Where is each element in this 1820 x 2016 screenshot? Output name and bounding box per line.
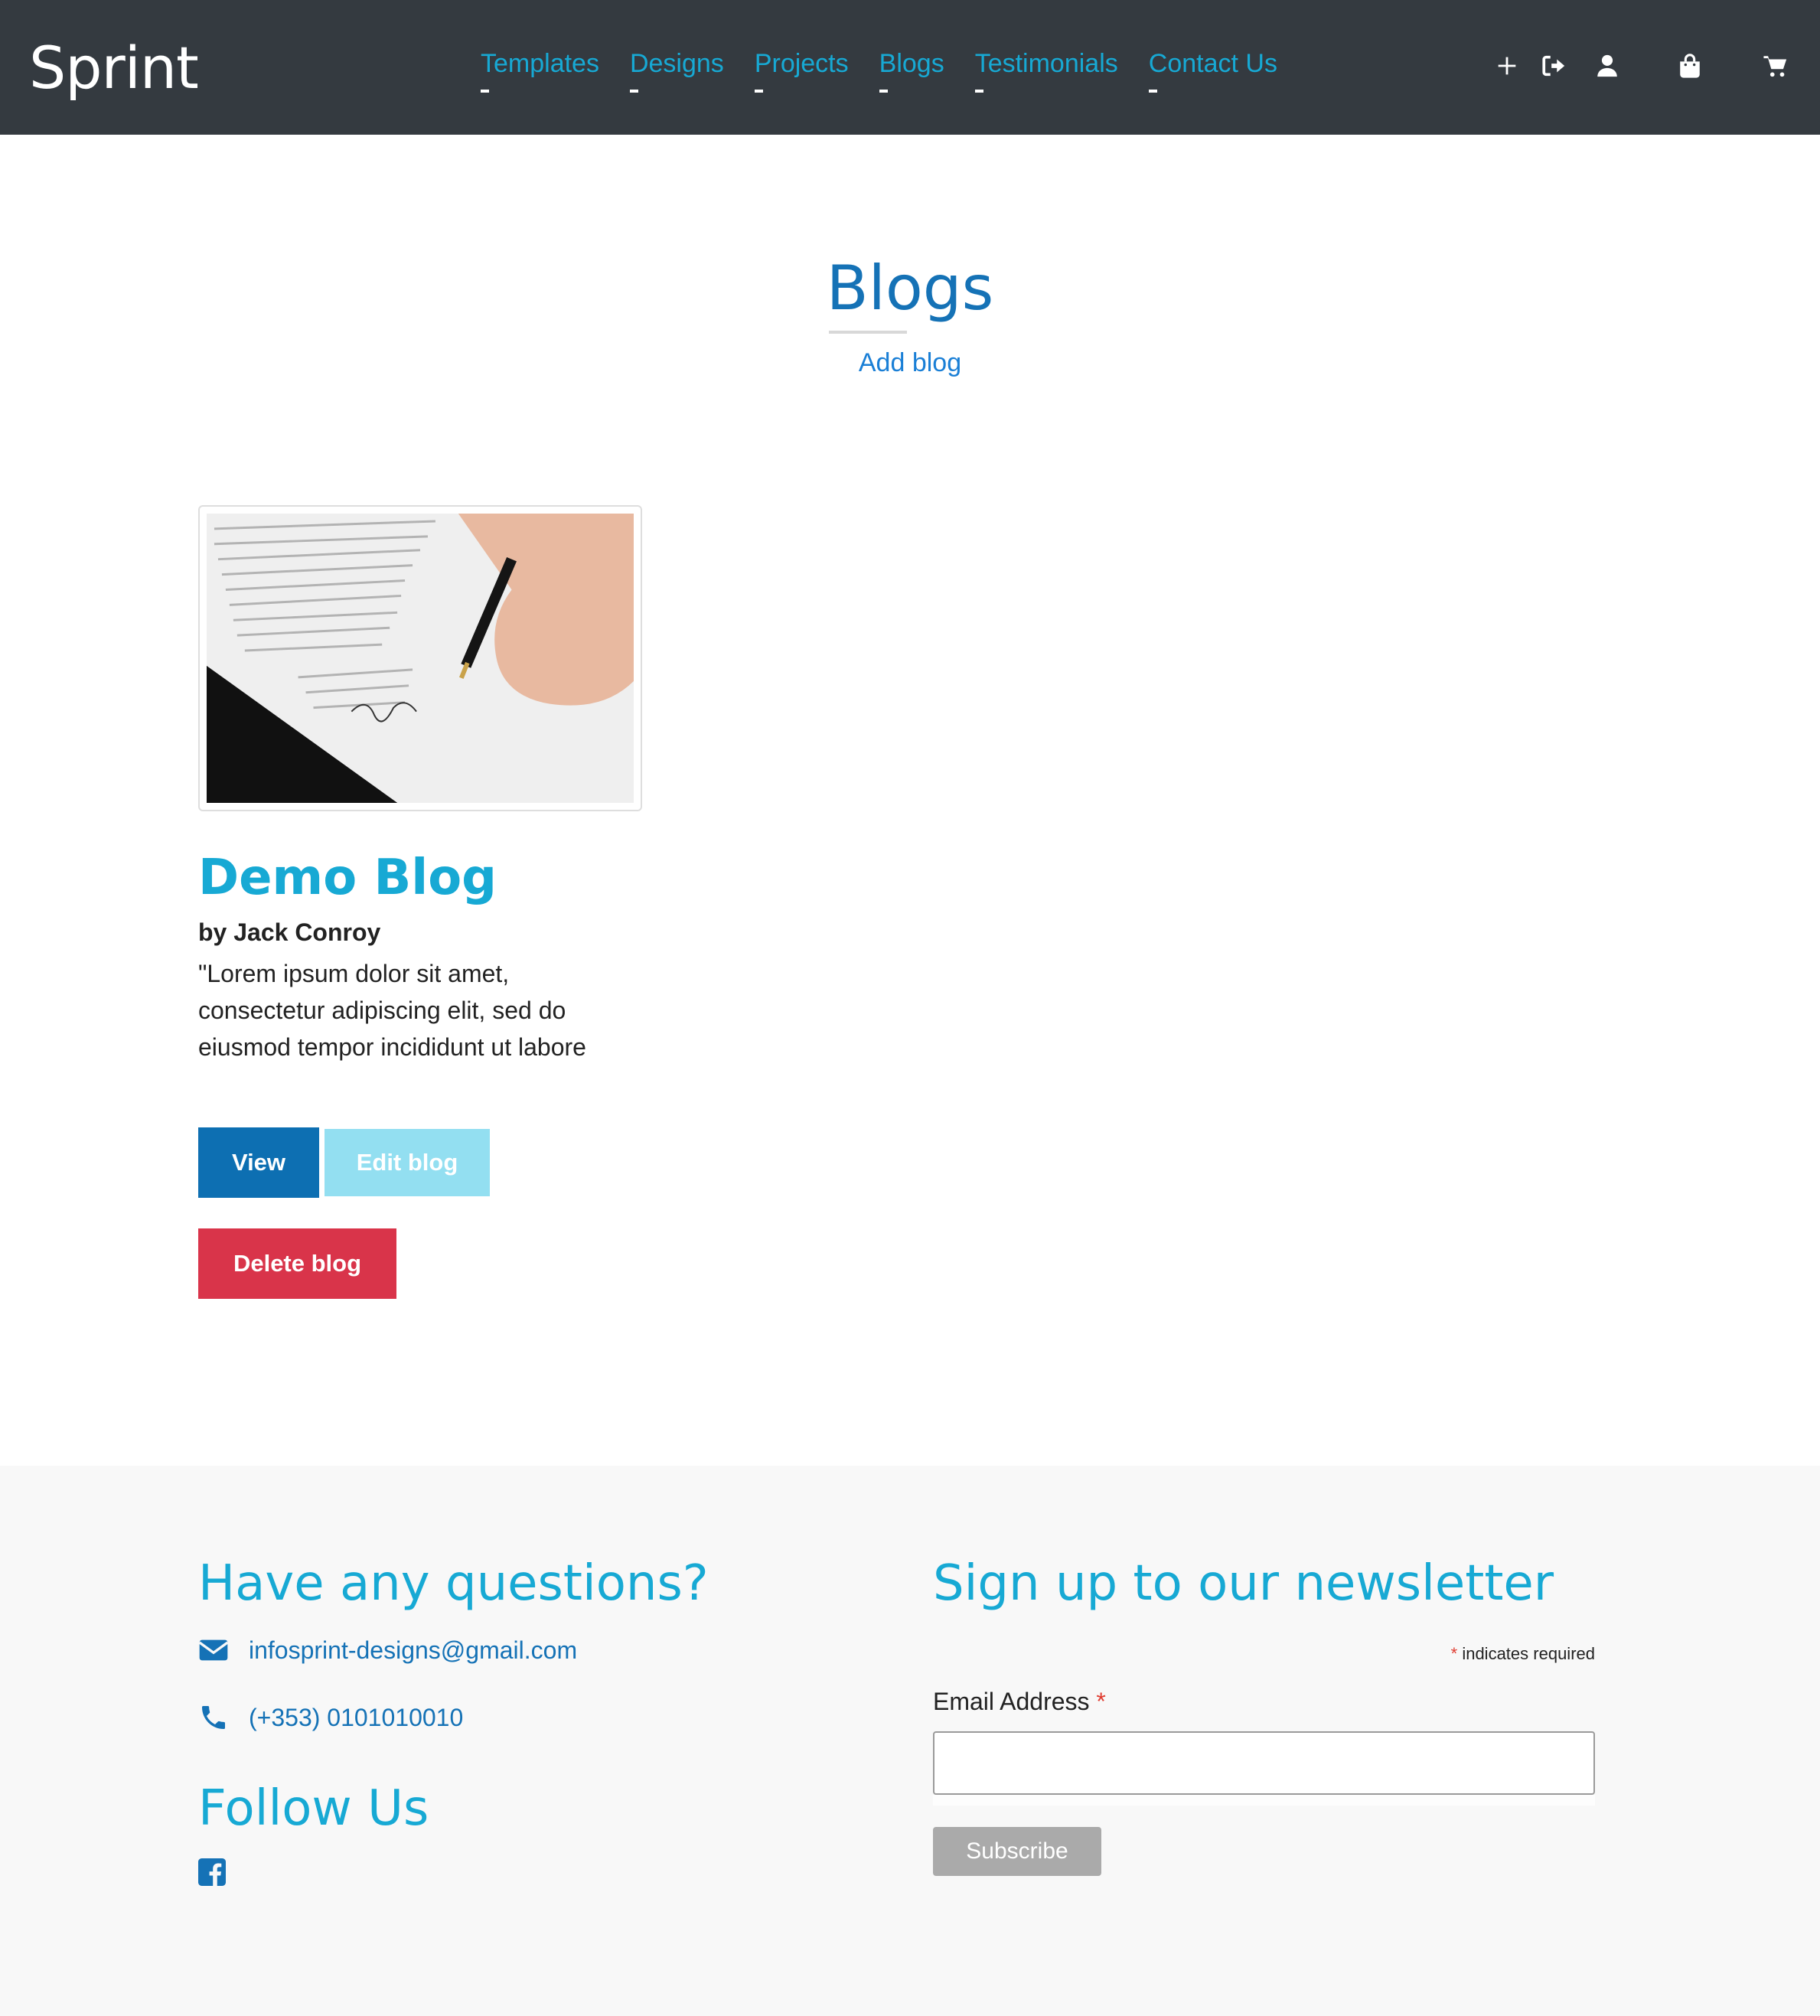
email-label-text: Email Address [933,1688,1090,1715]
edit-blog-button[interactable]: Edit blog [325,1129,490,1196]
blog-excerpt: "Lorem ipsum dolor sit amet, consectetur… [198,960,586,1061]
contact-email: infosprint-designs@gmail.com [198,1635,577,1665]
sign-out-icon[interactable] [1538,51,1569,81]
blog-image [207,514,634,803]
title-divider [829,331,907,334]
cart-icon[interactable] [1760,51,1791,81]
phone-icon [202,1706,225,1729]
contact-phone: (+353) 0101010010 [198,1702,463,1733]
view-blog-button[interactable]: View [198,1127,319,1198]
required-note: * indicates required [934,1644,1595,1664]
email-link[interactable]: infosprint-designs@gmail.com [249,1636,577,1665]
newsletter-email-input[interactable] [933,1731,1595,1795]
envelope-icon [198,1639,229,1661]
delete-blog-button[interactable]: Delete blog [198,1228,396,1299]
blog-author: by Jack Conroy [198,918,381,946]
page-title: Blogs [826,253,994,324]
blog-title[interactable]: Demo Blog [198,850,497,906]
email-address-label: Email Address * [933,1688,1106,1716]
add-blog-link[interactable]: Add blog [0,348,1820,378]
email-required-star: * [1096,1688,1106,1715]
user-icon[interactable] [1592,51,1623,81]
plus-icon[interactable] [1492,51,1522,81]
follow-heading: Follow Us [198,1780,429,1837]
header-actions [0,51,1820,81]
shopping-bag-icon[interactable] [1675,51,1705,81]
input-spacer [933,1795,1595,1806]
site-header: Sprint Templates Designs Projects Blogs … [0,0,1820,135]
subscribe-button[interactable]: Subscribe [933,1827,1101,1876]
questions-heading: Have any questions? [198,1555,709,1612]
blog-thumbnail[interactable] [198,505,642,811]
facebook-icon[interactable] [198,1858,226,1886]
required-note-text: indicates required [1462,1644,1595,1663]
phone-link[interactable]: (+353) 0101010010 [249,1704,463,1732]
newsletter-heading: Sign up to our newsletter [933,1555,1554,1612]
required-star: * [1450,1644,1458,1663]
